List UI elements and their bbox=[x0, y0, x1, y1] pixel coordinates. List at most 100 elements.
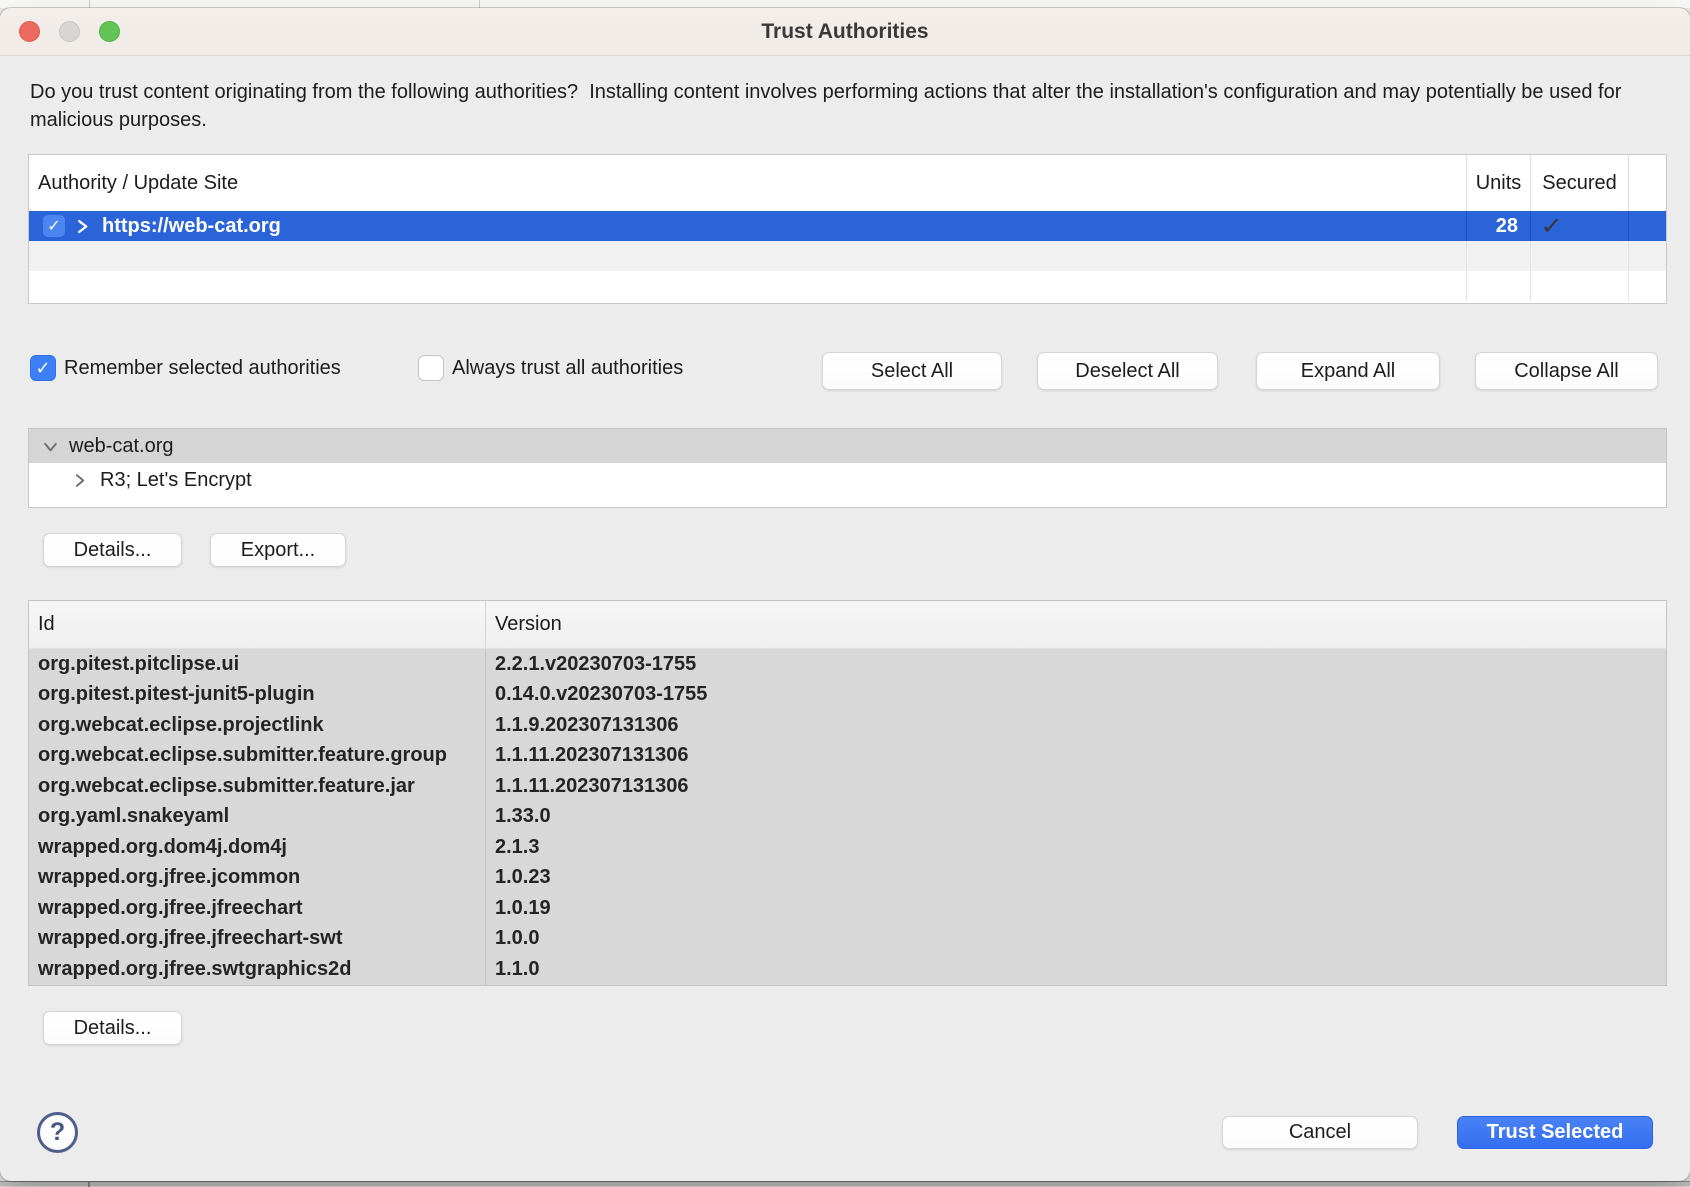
unit-row[interactable]: wrapped.org.jfree.jfreechart1.0.19 bbox=[29, 893, 1666, 924]
question-mark-icon: ? bbox=[50, 1118, 65, 1147]
unit-row[interactable]: wrapped.org.jfree.swtgraphics2d1.1.0 bbox=[29, 954, 1666, 985]
chevron-down-icon[interactable] bbox=[43, 439, 58, 454]
unit-version: 1.1.9.202307131306 bbox=[486, 710, 1666, 741]
dialog-title: Trust Authorities bbox=[761, 20, 928, 44]
minimize-button bbox=[59, 21, 80, 42]
tree-item-label: R3; Let's Encrypt bbox=[100, 469, 252, 492]
dialog-description: Do you trust content originating from th… bbox=[30, 78, 1640, 134]
remember-authorities-label: Remember selected authorities bbox=[64, 357, 341, 380]
column-header-version[interactable]: Version bbox=[486, 601, 1666, 648]
background-divider bbox=[479, 0, 480, 8]
always-trust-label: Always trust all authorities bbox=[452, 357, 683, 380]
check-icon: ✓ bbox=[35, 358, 50, 379]
deselect-all-button[interactable]: Deselect All bbox=[1037, 352, 1218, 390]
column-header-authority[interactable]: Authority / Update Site bbox=[29, 155, 1467, 211]
secured-cell: ✓ bbox=[1531, 211, 1629, 241]
chevron-right-icon[interactable] bbox=[72, 473, 87, 488]
unit-version: 1.1.11.202307131306 bbox=[486, 771, 1666, 802]
unit-version: 0.14.0.v20230703-1755 bbox=[486, 680, 1666, 711]
unit-id: org.webcat.eclipse.projectlink bbox=[29, 710, 486, 741]
column-header-units[interactable]: Units bbox=[1467, 155, 1531, 211]
unit-version: 1.1.11.202307131306 bbox=[486, 741, 1666, 772]
unit-row[interactable]: org.pitest.pitest-junit5-plugin0.14.0.v2… bbox=[29, 680, 1666, 711]
unit-id: org.webcat.eclipse.submitter.feature.jar bbox=[29, 771, 486, 802]
unit-version: 1.0.19 bbox=[486, 893, 1666, 924]
unit-id: org.pitest.pitclipse.ui bbox=[29, 649, 486, 680]
titlebar[interactable]: Trust Authorities bbox=[0, 8, 1690, 56]
window-controls bbox=[19, 21, 120, 42]
help-button[interactable]: ? bbox=[37, 1112, 78, 1153]
units-table-body: org.pitest.pitclipse.ui2.2.1.v20230703-1… bbox=[29, 649, 1666, 985]
units-table-header: Id Version bbox=[29, 601, 1666, 649]
tree-item-certificate[interactable]: R3; Let's Encrypt bbox=[29, 463, 1666, 497]
unit-id: wrapped.org.dom4j.dom4j bbox=[29, 832, 486, 863]
authorities-table-header: Authority / Update Site Units Secured bbox=[29, 155, 1666, 211]
empty-cell bbox=[29, 271, 1467, 301]
authority-cell: ✓ https://web-cat.org bbox=[29, 211, 1467, 241]
trust-selected-button[interactable]: Trust Selected bbox=[1457, 1116, 1653, 1149]
close-button[interactable] bbox=[19, 21, 40, 42]
unit-version: 2.2.1.v20230703-1755 bbox=[486, 649, 1666, 680]
remember-authorities-checkbox[interactable]: ✓ bbox=[30, 355, 56, 381]
certificate-tree: web-cat.org R3; Let's Encrypt bbox=[28, 428, 1667, 508]
spare-cell bbox=[1629, 211, 1666, 241]
empty-cell bbox=[29, 241, 1467, 271]
authority-checkbox[interactable]: ✓ bbox=[43, 215, 65, 237]
empty-cell bbox=[1531, 271, 1629, 301]
unit-version: 1.0.0 bbox=[486, 924, 1666, 955]
empty-cell bbox=[1629, 241, 1666, 271]
certificate-export-button[interactable]: Export... bbox=[210, 533, 346, 567]
secured-check-icon: ✓ bbox=[1529, 212, 1564, 241]
unit-details-button[interactable]: Details... bbox=[43, 1011, 182, 1045]
unit-id: org.yaml.snakeyaml bbox=[29, 802, 486, 833]
empty-cell bbox=[1467, 271, 1531, 301]
unit-version: 1.33.0 bbox=[486, 802, 1666, 833]
units-cell: 28 bbox=[1467, 211, 1531, 241]
chevron-right-icon[interactable] bbox=[75, 219, 90, 234]
empty-cell bbox=[1629, 271, 1666, 301]
cancel-button[interactable]: Cancel bbox=[1222, 1116, 1418, 1149]
unit-version: 2.1.3 bbox=[486, 832, 1666, 863]
units-table: Id Version org.pitest.pitclipse.ui2.2.1.… bbox=[28, 600, 1667, 986]
tree-item-label: web-cat.org bbox=[69, 435, 174, 458]
expand-all-button[interactable]: Expand All bbox=[1256, 352, 1440, 390]
unit-id: org.webcat.eclipse.submitter.feature.gro… bbox=[29, 741, 486, 772]
column-header-spare bbox=[1629, 155, 1666, 211]
column-header-secured[interactable]: Secured bbox=[1531, 155, 1629, 211]
always-trust-checkbox[interactable] bbox=[418, 355, 444, 381]
unit-row[interactable]: wrapped.org.dom4j.dom4j2.1.3 bbox=[29, 832, 1666, 863]
unit-row[interactable]: wrapped.org.jfree.jfreechart-swt1.0.0 bbox=[29, 924, 1666, 955]
background-window-top-strip bbox=[0, 0, 1690, 8]
column-header-id[interactable]: Id bbox=[29, 601, 486, 648]
select-all-button[interactable]: Select All bbox=[822, 352, 1002, 390]
unit-id: wrapped.org.jfree.jfreechart-swt bbox=[29, 924, 486, 955]
unit-id: wrapped.org.jfree.jcommon bbox=[29, 863, 486, 894]
unit-version: 1.1.0 bbox=[486, 954, 1666, 985]
empty-cell bbox=[1467, 241, 1531, 271]
unit-row[interactable]: org.yaml.snakeyaml1.33.0 bbox=[29, 802, 1666, 833]
unit-row[interactable]: org.webcat.eclipse.submitter.feature.gro… bbox=[29, 741, 1666, 772]
empty-table-row bbox=[29, 271, 1666, 301]
authority-url: https://web-cat.org bbox=[102, 215, 281, 238]
unit-row[interactable]: wrapped.org.jfree.jcommon1.0.23 bbox=[29, 863, 1666, 894]
unit-row[interactable]: org.webcat.eclipse.projectlink1.1.9.2023… bbox=[29, 710, 1666, 741]
authorities-table: Authority / Update Site Units Secured ✓ … bbox=[28, 154, 1667, 304]
check-icon: ✓ bbox=[47, 216, 60, 236]
background-divider bbox=[89, 0, 90, 8]
unit-row[interactable]: org.webcat.eclipse.submitter.feature.jar… bbox=[29, 771, 1666, 802]
collapse-all-button[interactable]: Collapse All bbox=[1475, 352, 1658, 390]
authority-row[interactable]: ✓ https://web-cat.org 28 ✓ bbox=[29, 211, 1666, 241]
units-count: 28 bbox=[1467, 215, 1530, 238]
zoom-button[interactable] bbox=[99, 21, 120, 42]
unit-version: 1.0.23 bbox=[486, 863, 1666, 894]
background-window-bottom-strip bbox=[0, 1181, 1690, 1186]
screen: Trust Authorities Do you trust content o… bbox=[0, 0, 1690, 1186]
empty-cell bbox=[1531, 241, 1629, 271]
unit-id: wrapped.org.jfree.jfreechart bbox=[29, 893, 486, 924]
unit-row[interactable]: org.pitest.pitclipse.ui2.2.1.v20230703-1… bbox=[29, 649, 1666, 680]
unit-id: wrapped.org.jfree.swtgraphics2d bbox=[29, 954, 486, 985]
empty-table-row bbox=[29, 241, 1666, 271]
tree-item-web-cat[interactable]: web-cat.org bbox=[29, 429, 1666, 463]
background-divider bbox=[88, 1182, 90, 1187]
certificate-details-button[interactable]: Details... bbox=[43, 533, 182, 567]
